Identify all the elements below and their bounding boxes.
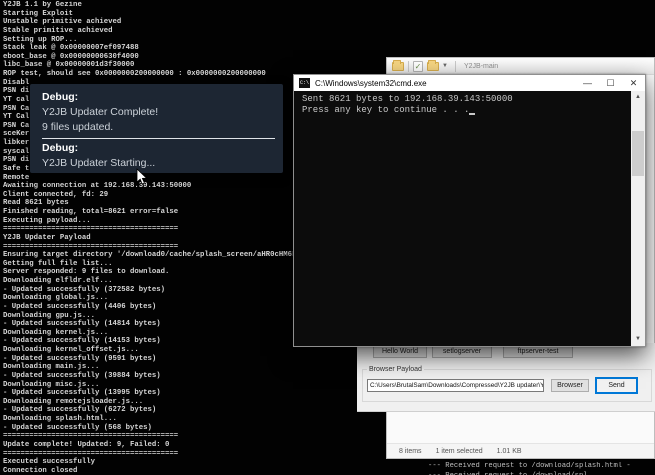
- cmd-titlebar[interactable]: C:\ C:\Windows\system32\cmd.exe — ☐ ✕: [294, 75, 645, 91]
- browser-payload-label: Browser Payload: [367, 366, 424, 373]
- file-check-icon[interactable]: ✓: [413, 61, 423, 72]
- send-button[interactable]: Send: [596, 378, 637, 393]
- scroll-down-icon[interactable]: ▼: [631, 333, 645, 346]
- mouse-cursor-icon: [136, 168, 148, 186]
- status-selected-size: 1.01 KB: [497, 448, 522, 455]
- payload-path-input[interactable]: C:\Users\BrutalSam\Downloads\Compressed\…: [367, 379, 544, 392]
- maximize-button[interactable]: ☐: [599, 75, 622, 91]
- explorer-status-bar: 8 items 1 item selected 1.01 KB: [387, 443, 654, 458]
- toolbar-divider: [455, 61, 456, 72]
- folder-icon[interactable]: [392, 62, 404, 71]
- scroll-up-icon[interactable]: ▲: [631, 91, 645, 104]
- server-log-partial-line: --- Received request to /download/spl: [428, 472, 588, 475]
- text-cursor: [469, 113, 475, 115]
- explorer-window-title: Y2JB-main: [464, 63, 498, 70]
- toolbar-divider: [408, 61, 409, 72]
- debug-toast: Debug: Y2JB Updater Complete! 9 files up…: [30, 84, 283, 173]
- server-log-line: --- Received request to /download/splash…: [428, 462, 631, 470]
- minimize-button[interactable]: —: [576, 75, 599, 91]
- close-button[interactable]: ✕: [622, 75, 645, 91]
- debug-message: Y2JB Updater Starting...: [42, 157, 283, 169]
- folder-icon[interactable]: [427, 62, 439, 71]
- cmd-window-title: C:\Windows\system32\cmd.exe: [315, 79, 576, 88]
- browser-payload-group: Browser Payload C:\Users\BrutalSam\Downl…: [362, 369, 652, 402]
- debug-message: 9 files updated.: [42, 121, 283, 133]
- status-selected-count: 1 item selected: [436, 448, 483, 455]
- server-log: --- Received request to /download/splash…: [428, 462, 655, 475]
- debug-message: Y2JB Updater Complete!: [42, 106, 283, 118]
- divider: [42, 138, 275, 139]
- chevron-down-icon[interactable]: ▼: [442, 63, 448, 69]
- cmd-output: Sent 8621 bytes to 192.168.39.143:50000 …: [294, 91, 631, 346]
- desktop: { "terminal": { "lines": [ "Y2JB 1.1 by …: [0, 0, 655, 475]
- cmd-prompt-icon: C:\: [299, 78, 310, 88]
- debug-label: Debug:: [42, 142, 283, 154]
- debug-label: Debug:: [42, 91, 283, 103]
- explorer-toolbar: ✓ ▼ Y2JB-main: [387, 58, 654, 75]
- cmd-scrollbar[interactable]: ▲ ▼: [631, 91, 645, 346]
- payload-tool-window: Hello World setlogserver ftpserver-test …: [357, 343, 655, 412]
- cmd-window: C:\ C:\Windows\system32\cmd.exe — ☐ ✕ Se…: [293, 74, 646, 347]
- status-items-count: 8 items: [399, 448, 422, 455]
- browse-button[interactable]: Browser: [551, 379, 589, 392]
- cmd-output-text: Sent 8621 bytes to 192.168.39.143:50000 …: [294, 91, 631, 116]
- terminal-log: Y2JB 1.1 by Gezine Starting Exploit Unst…: [3, 1, 295, 473]
- scrollbar-thumb[interactable]: [632, 131, 644, 176]
